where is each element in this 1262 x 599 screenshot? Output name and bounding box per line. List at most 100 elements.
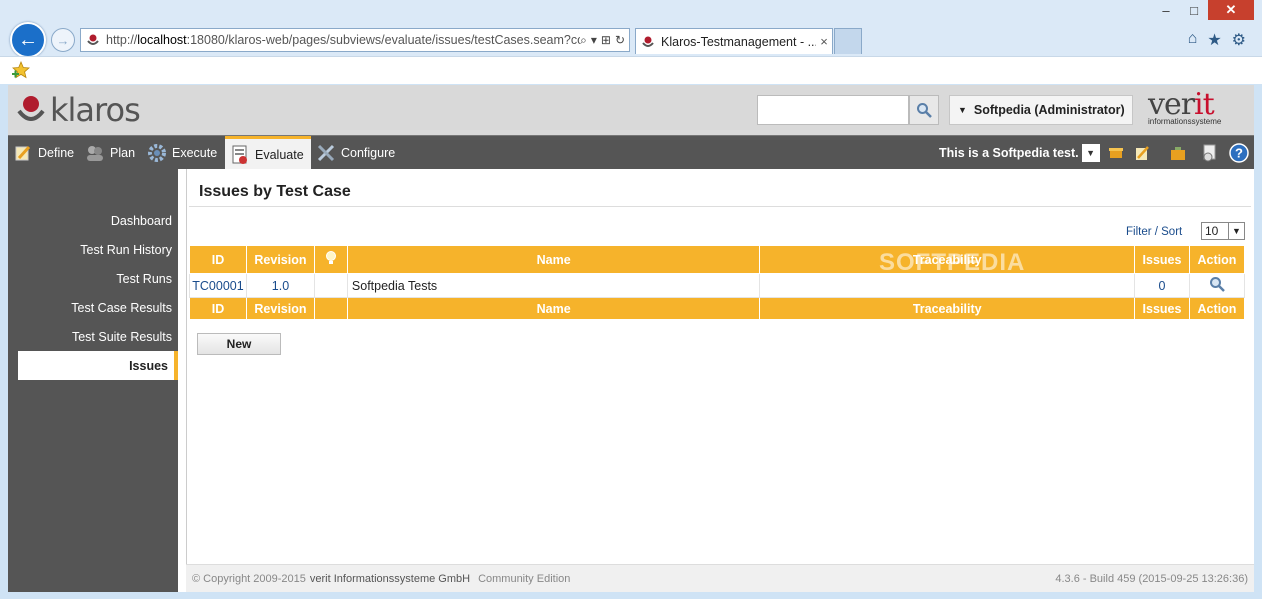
table-row: TC00001 1.0 Softpedia Tests 0 [189,273,1246,298]
column-header-traceability[interactable]: Traceability [759,245,1135,274]
menu-configure[interactable]: Configure [315,136,395,170]
sidebar-item-test-case-results[interactable]: Test Case Results [18,293,178,322]
column-footer-revision[interactable]: Revision [245,297,315,320]
tab-title: Klaros-Testmanagement - ... [661,34,816,49]
add-favorite-icon[interactable] [12,60,30,79]
verit-subtitle: informationssysteme [1148,117,1222,126]
klaros-logo-icon [17,96,45,121]
close-tab-icon[interactable]: × [816,34,832,49]
view-details-icon[interactable] [1209,276,1225,292]
sidebar-item-dashboard[interactable]: Dashboard [18,206,178,235]
page-size-value: 10 [1205,224,1219,238]
column-footer-traceability[interactable]: Traceability [759,297,1135,320]
column-footer-name[interactable]: Name [346,297,761,320]
chevron-down-icon: ▼ [1081,144,1100,162]
job-icon[interactable] [1168,143,1188,163]
url-scheme: http:// [106,33,138,47]
divider [189,206,1251,207]
column-header-action: Action [1188,245,1246,274]
logo-text: klaros [50,91,141,129]
sidebar-item-test-run-history[interactable]: Test Run History [18,235,178,264]
sidebar: Dashboard Test Run History Test Runs Tes… [8,169,178,592]
address-bar[interactable]: http://localhost:18080/klaros-web/pages/… [80,28,630,52]
app-header: klaros ▼ Softpedia (Administrator) verit… [8,85,1254,135]
klaros-logo: klaros [16,91,141,129]
menu-execute[interactable]: Execute [146,136,217,170]
window-frame-bottom [0,592,1262,599]
column-header-id[interactable]: ID [189,245,247,274]
new-tab-button[interactable] [834,28,862,54]
window-controls: – □ ✕ [1152,0,1254,22]
footer: © Copyright 2009-2015 verit Informations… [186,564,1254,592]
dropdown-icon[interactable]: ▾ [591,33,597,48]
filter-sort-link[interactable]: Filter / Sort [1126,226,1182,238]
build-info: 4.3.6 - Build 459 (2015-09-25 13:26:36) [1055,572,1248,585]
column-header-revision[interactable]: Revision [245,245,315,274]
favorites-star-icon[interactable]: ★ [1207,30,1221,50]
menu-evaluate-label: Evaluate [255,147,304,162]
page-title: Issues by Test Case [199,183,351,200]
browser-chrome: – □ ✕ ← → http://localhost:18080/klaros-… [0,0,1262,84]
gear-icon [146,142,168,164]
menu-plan-label: Plan [110,146,136,160]
users-icon [84,142,106,164]
column-header-issues[interactable]: Issues [1134,245,1190,274]
sidebar-item-issues[interactable]: Issues [18,351,178,380]
forward-button[interactable]: → [51,28,75,52]
settings-gear-icon[interactable]: ⚙ [1232,30,1246,50]
chevron-down-icon: ▼ [1228,223,1244,239]
home-icon[interactable]: ⌂ [1188,30,1198,50]
menu-define-label: Define [38,146,75,160]
browser-tab[interactable]: Klaros-Testmanagement - ... × [635,28,833,54]
copyright-text: © Copyright 2009-2015 [192,572,306,585]
column-footer-action: Action [1188,297,1246,320]
history-icon[interactable] [1200,143,1220,163]
caret-down-icon: ▼ [958,105,967,115]
project-selector[interactable]: This is a Softpedia test. ▼ [939,142,1100,164]
menu-define[interactable]: Define [12,136,74,170]
help-icon[interactable]: ? [1229,143,1249,163]
sidebar-item-test-runs[interactable]: Test Runs [18,264,178,293]
new-button[interactable]: New [197,333,281,355]
column-footer-flag [313,297,348,320]
minimize-button[interactable]: – [1152,0,1180,20]
pencil-icon [12,142,34,164]
search-button[interactable] [909,95,939,125]
revision-link[interactable]: 1.0 [245,273,315,298]
klaros-app: klaros ▼ Softpedia (Administrator) verit… [8,85,1254,592]
url-path: :18080/klaros-web/pages/subviews/evaluat… [186,33,581,47]
menu-plan[interactable]: Plan [84,136,135,170]
test-case-id-link[interactable]: TC00001 [189,273,247,298]
maximize-button[interactable]: □ [1180,0,1208,20]
arrow-left-icon: ← [18,28,38,51]
back-button[interactable]: ← [10,22,46,58]
sidebar-item-test-suite-results[interactable]: Test Suite Results [18,322,178,351]
search-icon[interactable]: ⌕ [580,33,587,48]
column-header-name[interactable]: Name [346,245,761,274]
magnifier-icon [917,103,932,118]
page-size-select[interactable]: 10 ▼ [1201,222,1245,240]
column-header-flag[interactable] [313,245,348,274]
close-window-button[interactable]: ✕ [1208,0,1254,20]
klaros-favicon-icon [640,34,656,50]
column-footer-id[interactable]: ID [189,297,247,320]
user-name: Softpedia (Administrator) [973,103,1125,117]
menu-evaluate[interactable]: Evaluate [225,136,311,170]
action-cell [1188,273,1246,298]
user-menu-button[interactable]: ▼ Softpedia (Administrator) [949,95,1133,125]
edit-note-icon[interactable] [1132,143,1152,163]
issues-count-link[interactable]: 0 [1134,273,1190,298]
package-icon[interactable] [1106,143,1126,163]
favorites-bar [0,56,1262,84]
verit-logo: verit informationssysteme [1148,89,1222,127]
compat-view-icon[interactable]: ⊞ [601,33,611,48]
menu-configure-label: Configure [341,146,396,160]
main-menu: Define Plan Execute Evaluate Configure T… [8,135,1254,170]
refresh-icon[interactable]: ↻ [615,33,625,48]
search-input[interactable] [757,95,909,125]
column-footer-issues[interactable]: Issues [1134,297,1190,320]
lightbulb-icon [325,251,336,264]
menu-execute-label: Execute [172,146,218,160]
traceability-cell [759,273,1135,298]
flag-cell [313,273,348,298]
